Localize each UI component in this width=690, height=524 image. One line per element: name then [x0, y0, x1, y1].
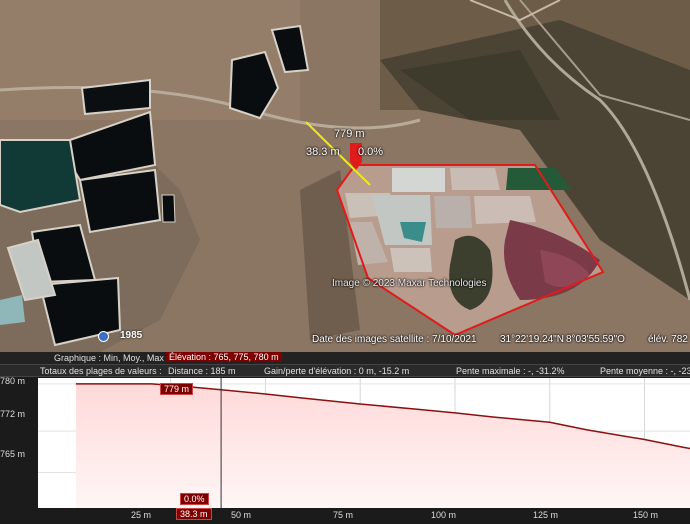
profile-stats-row: Totaux des plages de valeurs : Distance …	[0, 364, 690, 377]
x-tick-label: 100 m	[431, 510, 457, 520]
profile-header-row: Graphique : Min, Moy., Max Élévation : 7…	[0, 352, 690, 364]
cursor-distance-label: 779 m	[334, 128, 365, 140]
totals-label: Totaux des plages de valeurs :	[40, 366, 162, 376]
x-tick-label: 25 m	[131, 510, 152, 520]
clock-icon	[98, 331, 109, 342]
imagery-date: Date des images satellite : 7/10/2021	[312, 334, 477, 345]
distance-stat: Distance : 185 m	[168, 366, 236, 376]
elevation-readout: élév. 782	[648, 334, 688, 345]
history-year: 1985	[120, 330, 143, 341]
longitude-readout: 8°03'55.59"O	[566, 334, 625, 345]
gain-loss-stat: Gain/perte d'élévation : 0 m, -15.2 m	[264, 366, 410, 376]
y-tick-label: 772 m	[0, 409, 26, 419]
elevation-chart[interactable]	[38, 378, 690, 508]
historical-imagery-button[interactable]: 1985	[98, 328, 144, 344]
elevation-summary: Élévation : 765, 775, 780 m	[166, 352, 282, 362]
elevation-profile-panel: Graphique : Min, Moy., Max Élévation : 7…	[0, 352, 690, 524]
y-tick-label: 780 m	[0, 376, 26, 386]
cursor-slope-tag: 0.0%	[180, 493, 209, 505]
graph-mode-label[interactable]: Graphique : Min, Moy., Max	[54, 353, 164, 363]
satellite-map[interactable]: 779 m 38.3 m 0.0% Image © 2023 Maxar Tec…	[0, 0, 690, 352]
terrain-imagery	[0, 0, 690, 352]
copyright-text: Image © 2023 Maxar Technologies	[332, 278, 487, 289]
y-tick-label: 765 m	[0, 449, 26, 459]
max-slope-stat: Pente maximale : -, -31.2%	[456, 366, 565, 376]
latitude-readout: 31°22'19.24"N	[500, 334, 564, 345]
x-tick-label: 75 m	[333, 510, 354, 520]
cursor-elevation-tag: 779 m	[160, 383, 194, 395]
cursor-right-label: 0.0%	[358, 146, 384, 158]
x-tick-label: 150 m	[633, 510, 659, 520]
avg-slope-stat: Pente moyenne : -, -23	[600, 366, 690, 376]
x-tick-label: 125 m	[533, 510, 559, 520]
cursor-left-label: 38.3 m	[306, 146, 340, 158]
x-tick-label: 50 m	[231, 510, 252, 520]
cursor-distance-tag: 38.3 m	[176, 508, 212, 520]
